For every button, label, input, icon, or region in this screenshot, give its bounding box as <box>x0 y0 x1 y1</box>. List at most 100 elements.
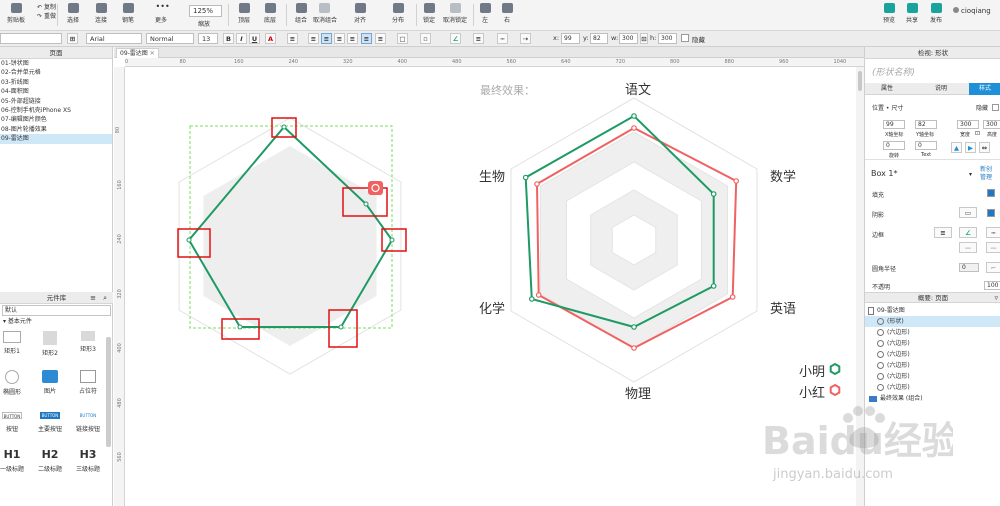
manage-style-link[interactable]: 管理 <box>980 172 992 181</box>
path-vertex <box>363 201 369 207</box>
shape-icon <box>877 351 884 358</box>
legend-marker-xiaoming <box>829 362 841 376</box>
y-caption: Y轴坐标 <box>916 132 935 138</box>
axis-label: 生物 <box>479 170 506 185</box>
shape-icon <box>877 340 884 347</box>
inspector-tabs: 属性 说明 样式 <box>865 83 1000 95</box>
outline-item[interactable]: (六边形) <box>865 327 1000 338</box>
x-caption: X轴坐标 <box>885 132 904 138</box>
shadow-swatch[interactable] <box>987 209 995 217</box>
shape-icon <box>877 329 884 336</box>
divider <box>865 159 1000 160</box>
h-input[interactable]: 300 <box>983 120 1000 129</box>
outline-item-label: 09-雷达图 <box>877 307 905 314</box>
rotation-caption: 旋转 <box>889 153 900 159</box>
outline-item[interactable]: (六边形) <box>865 360 1000 371</box>
border-label: 边框 <box>872 232 885 239</box>
page-icon <box>868 306 874 315</box>
shape-icon <box>877 384 884 391</box>
border-arrow-end-select[interactable]: — <box>986 242 1000 253</box>
shadow-select[interactable]: ▭ <box>959 207 977 218</box>
text-caption: Text <box>921 152 932 158</box>
outline-item[interactable]: (六边形) <box>865 338 1000 349</box>
fill-label: 填充 <box>872 192 885 199</box>
outline-item-label: (六边形) <box>887 373 910 380</box>
outline-panel-header: 概要: 页面 ▿ <box>865 292 1000 303</box>
flip-right-button[interactable]: ▶ <box>965 142 976 153</box>
axis-label: 化学 <box>479 302 506 317</box>
outline-item-label: (形状) <box>887 318 904 325</box>
y-input[interactable]: 82 <box>915 120 937 129</box>
outline-item-label: (六边形) <box>887 340 910 347</box>
tab-style[interactable]: 样式 <box>969 83 1000 95</box>
point-xiaohong <box>535 292 542 298</box>
border-style-select[interactable]: ┅ <box>986 227 1000 238</box>
text-rotation-input[interactable]: 0 <box>915 141 937 150</box>
point-xiaoming <box>710 191 717 197</box>
outline-item[interactable]: (六边形) <box>865 382 1000 393</box>
x-input[interactable]: 99 <box>883 120 905 129</box>
style-name[interactable]: Box 1* <box>871 169 898 178</box>
flip-up-button[interactable]: ▲ <box>951 142 962 153</box>
radius-input[interactable]: 0 <box>959 263 979 272</box>
outline-item-label: (六边形) <box>887 384 910 391</box>
w-input[interactable]: 300 <box>957 120 979 129</box>
watermark-url: jingyan.baidu.com <box>772 467 893 482</box>
tab-properties[interactable]: 属性 <box>865 83 909 95</box>
shape-icon <box>877 373 884 380</box>
point-xiaohong <box>733 178 740 184</box>
outline-item[interactable]: (形状) <box>865 316 1000 327</box>
final-title: 最终效果： <box>480 84 535 97</box>
point-xiaoming <box>528 296 535 302</box>
lock-ratio-icon[interactable]: ⊡ <box>975 130 980 137</box>
path-vertex <box>281 124 287 130</box>
axis-label: 数学 <box>770 170 797 185</box>
baidu-watermark: Baidu经验 jingyan.baidu.com <box>762 406 953 482</box>
point-xiaoming <box>631 324 637 330</box>
shape-name-field[interactable]: (形状名称) <box>872 65 915 78</box>
path-vertex <box>389 237 395 243</box>
hide-checkbox[interactable] <box>992 104 999 111</box>
filter-icon[interactable]: ▿ <box>994 293 998 303</box>
legend-marker-xiaohong <box>829 383 841 397</box>
shape-icon <box>877 318 884 325</box>
point-xiaohong <box>631 345 637 351</box>
outline-item[interactable]: (六边形) <box>865 371 1000 382</box>
shadow-label: 阴影 <box>872 212 885 219</box>
watermark-text: Baidu经验 <box>762 419 953 463</box>
hide-label: 隐藏 <box>976 105 989 112</box>
opacity-input[interactable]: 100 <box>984 281 1000 290</box>
final-radar-chart <box>510 97 841 397</box>
editing-radar <box>177 117 407 375</box>
h-caption: 高度 <box>987 132 998 138</box>
outline-item-label: (六边形) <box>887 362 910 369</box>
outline-item-label: (六边形) <box>887 329 910 336</box>
inspector-header: 检视: 形状 <box>865 47 1000 59</box>
point-xiaoming <box>522 174 529 181</box>
more-transform-button[interactable]: ⇔ <box>979 142 990 153</box>
position-size-label: 位置 • 尺寸 <box>872 105 904 112</box>
path-vertex <box>237 324 243 330</box>
point-xiaoming <box>710 283 717 289</box>
legend-xiaoming: 小明 <box>799 365 826 380</box>
outline-item-label: (六边形) <box>887 351 910 358</box>
outline-item[interactable]: 09-雷达图 <box>865 305 1000 316</box>
border-color-select[interactable]: ∠ <box>959 227 977 238</box>
radius-corner-select[interactable]: ⌐ <box>986 262 1000 273</box>
border-arrow-select[interactable]: — <box>959 242 977 253</box>
w-caption: 宽度 <box>960 132 971 138</box>
hexagon-fill <box>203 146 377 346</box>
tab-notes[interactable]: 说明 <box>919 83 963 95</box>
outline-item[interactable]: (六边形) <box>865 349 1000 360</box>
axis-label: 英语 <box>770 302 797 317</box>
point-xiaoming <box>631 113 637 119</box>
axis-label: 物理 <box>625 387 652 402</box>
badge-icon <box>368 181 383 195</box>
opacity-label: 不透明 <box>872 284 891 291</box>
border-width-select[interactable]: ≡ <box>934 227 952 238</box>
rotation-input[interactable]: 0 <box>883 141 905 150</box>
point-xiaohong <box>631 125 637 131</box>
style-dropdown-icon[interactable]: ▾ <box>969 171 972 178</box>
axis-label: 语文 <box>625 83 652 98</box>
fill-swatch[interactable] <box>987 189 995 197</box>
